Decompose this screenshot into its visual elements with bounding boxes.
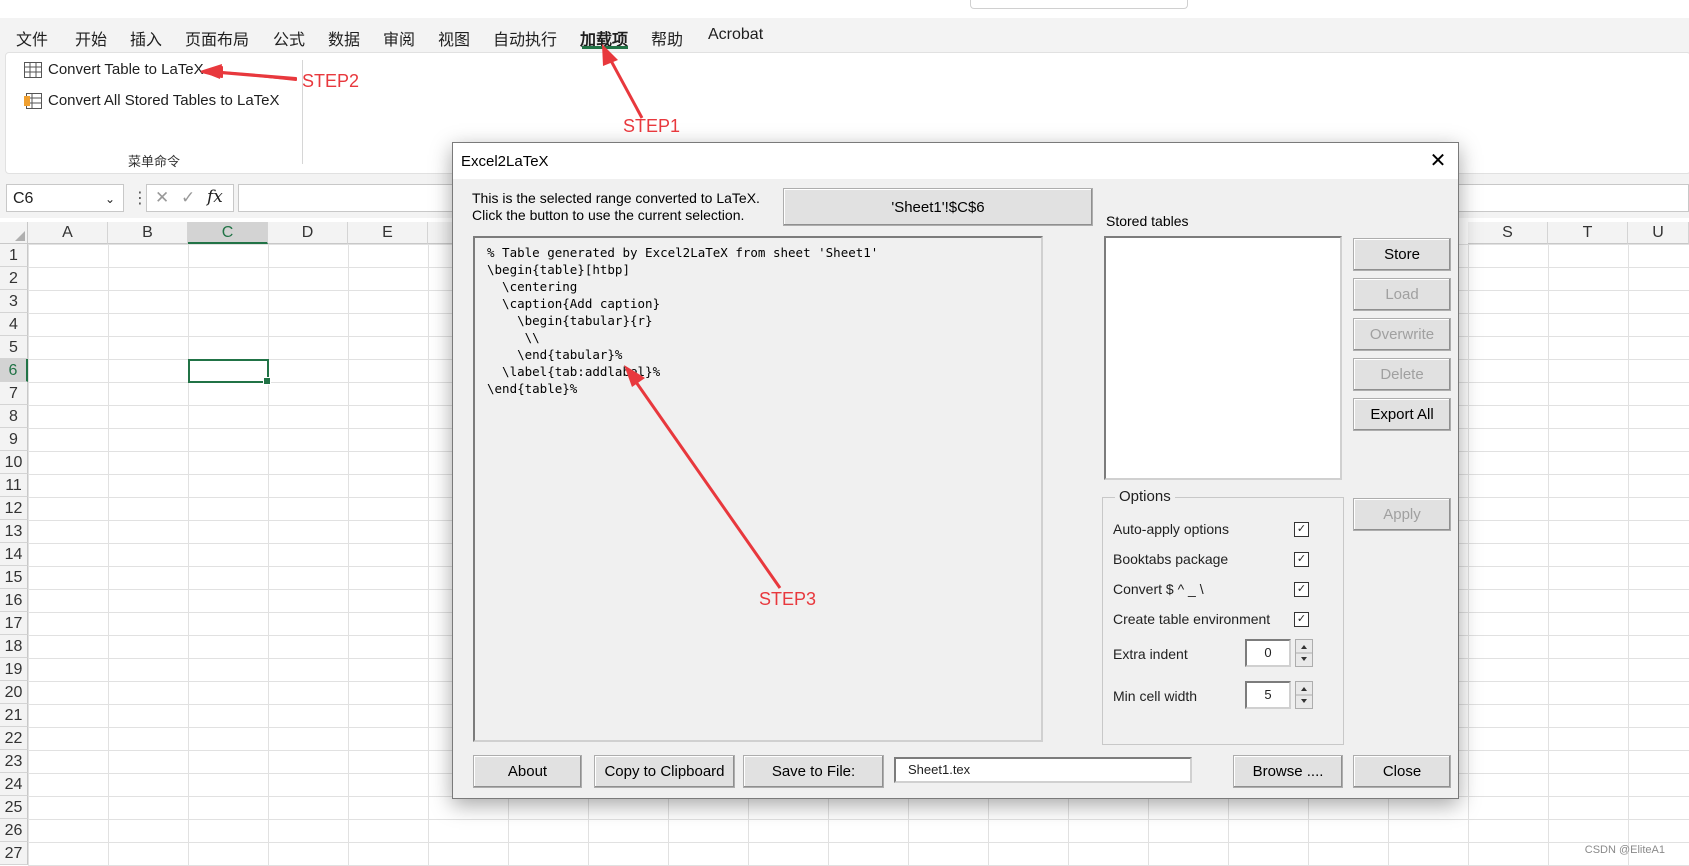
- step1-arrow-head: [602, 44, 618, 66]
- step3-arrow-shaft: [634, 381, 782, 589]
- watermark: CSDN @EliteA1: [1584, 844, 1665, 856]
- step2-arrow-shaft: [213, 70, 297, 81]
- step1-arrow-shaft: [607, 56, 644, 119]
- step3-arrow-head: [624, 365, 645, 387]
- step2-label: STEP2: [302, 71, 360, 91]
- step2-arrow-head: [200, 64, 222, 79]
- step3-label: STEP3: [759, 589, 817, 609]
- annotation-arrows: [200, 44, 782, 589]
- step1-label: STEP1: [623, 116, 681, 136]
